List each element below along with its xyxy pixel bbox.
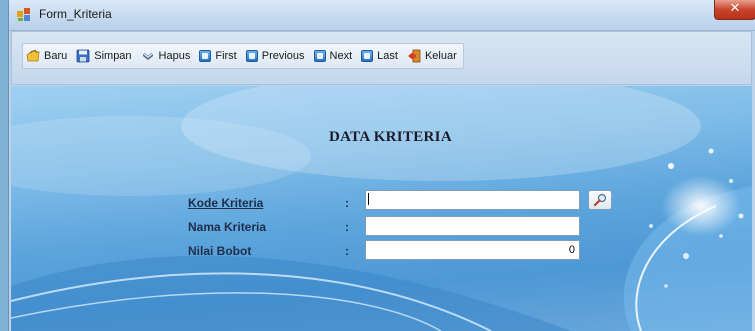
next-record-icon <box>313 50 326 62</box>
first-button[interactable]: First <box>199 45 237 67</box>
last-label: Last <box>377 50 398 62</box>
previous-record-icon <box>245 50 258 62</box>
keluar-button[interactable]: Keluar <box>407 45 457 67</box>
kode-kriteria-colon: : <box>345 196 349 210</box>
nama-kriteria-label: Nama Kriteria <box>188 220 267 234</box>
simpan-button[interactable]: Simpan <box>76 45 132 67</box>
text-caret <box>368 193 369 205</box>
hapus-label: Hapus <box>158 50 191 62</box>
toolbar-area: Baru Simpan Hapus First Previous Next La… <box>11 31 752 85</box>
save-disk-icon <box>76 49 90 63</box>
keluar-label: Keluar <box>424 50 457 62</box>
previous-label: Previous <box>261 50 305 62</box>
nilai-bobot-input[interactable] <box>365 240 580 260</box>
window-title: Form_Kriteria <box>39 7 112 21</box>
close-button[interactable]: ✕ <box>714 0 755 20</box>
simpan-label: Simpan <box>94 50 132 62</box>
baru-button[interactable]: Baru <box>26 45 67 67</box>
search-magnifier-icon <box>593 193 607 207</box>
title-bar[interactable]: Form_Kriteria ✕ <box>9 0 755 31</box>
delete-icon <box>142 52 153 60</box>
hapus-button[interactable]: Hapus <box>141 45 191 67</box>
previous-button[interactable]: Previous <box>245 45 305 67</box>
nilai-bobot-colon: : <box>345 244 349 258</box>
form-title: DATA KRITERIA <box>329 129 452 145</box>
first-record-icon <box>199 50 212 62</box>
toolbar: Baru Simpan Hapus First Previous Next La… <box>22 43 464 69</box>
form-panel: DATA KRITERIA Kode Kriteria : Nama Krite… <box>11 86 752 331</box>
nama-kriteria-input[interactable] <box>365 216 580 236</box>
nama-kriteria-colon: : <box>345 220 349 234</box>
nilai-bobot-label: Nilai Bobot <box>188 244 252 258</box>
exit-door-icon <box>407 49 421 63</box>
kode-kriteria-label: Kode Kriteria <box>188 196 264 210</box>
new-document-icon <box>26 49 40 62</box>
search-button[interactable] <box>588 190 612 210</box>
baru-label: Baru <box>44 50 68 62</box>
first-label: First <box>215 50 237 62</box>
app-icon <box>17 8 30 21</box>
last-record-icon <box>361 50 374 62</box>
last-button[interactable]: Last <box>361 45 398 67</box>
kode-kriteria-input[interactable] <box>365 190 580 210</box>
close-icon: ✕ <box>729 1 741 16</box>
next-label: Next <box>329 50 353 62</box>
form-window: Form_Kriteria ✕ Baru Simpan Hapus First … <box>8 0 755 331</box>
next-button[interactable]: Next <box>313 45 353 67</box>
